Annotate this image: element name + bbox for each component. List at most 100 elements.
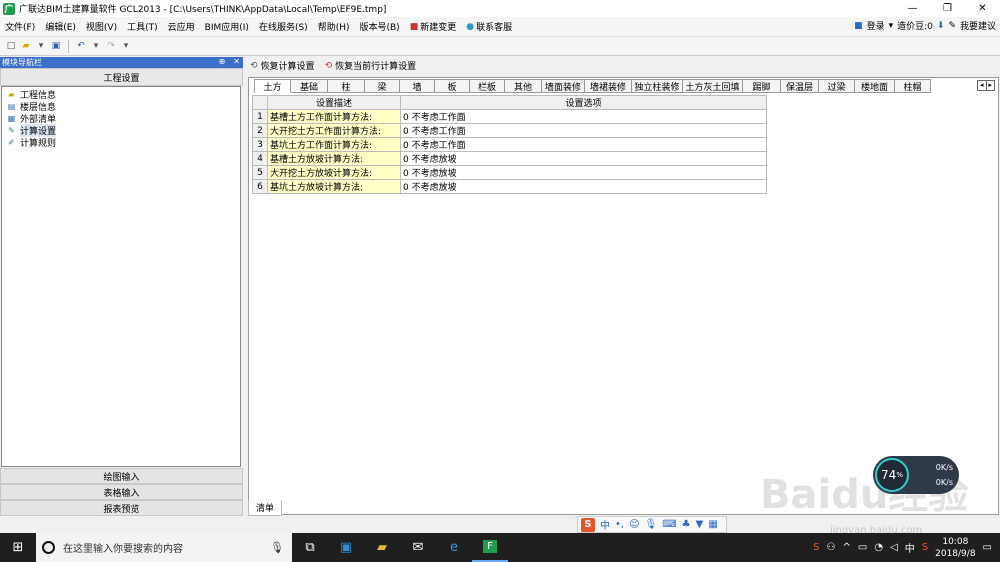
setting-option[interactable]: 0 不考虑放坡	[400, 151, 767, 166]
tree-item-project-info[interactable]: ▰ 工程信息	[2, 88, 240, 101]
tab-slab[interactable]: 板	[435, 79, 470, 93]
tab-earthwork[interactable]: 土方	[254, 79, 291, 93]
tab-insulation[interactable]: 保温层	[781, 79, 819, 93]
new-file-icon[interactable]: □	[5, 40, 17, 52]
tab-lintel[interactable]: 过梁	[819, 79, 855, 93]
windows-start-icon[interactable]: ⊞	[0, 533, 36, 562]
tab-column-finish[interactable]: 独立柱装修	[632, 79, 683, 93]
clock[interactable]: 10:08 2018/9/8	[935, 536, 975, 560]
menu-online[interactable]: 在线服务(S)	[254, 20, 313, 33]
open-folder-icon[interactable]: ▰	[20, 40, 32, 52]
menu-new-change[interactable]: ■ 新建变更	[405, 20, 462, 34]
tray-ime[interactable]: 中	[905, 540, 915, 555]
setting-option[interactable]: 0 不考虑工作面	[400, 123, 767, 138]
microphone-icon[interactable]: 🎙	[645, 519, 658, 530]
network-speed-widget[interactable]: 74% 0K/s 0K/s	[873, 456, 959, 494]
tab-skirting[interactable]: 踢脚	[743, 79, 781, 93]
menu-help[interactable]: 帮助(H)	[313, 20, 355, 33]
tab-wall-finish[interactable]: 墙面装修	[542, 79, 585, 93]
keyboard-icon[interactable]: ⌨	[662, 519, 676, 530]
tab-wall[interactable]: 墙	[400, 79, 435, 93]
close-icon[interactable]: ✕	[233, 57, 240, 66]
setting-option[interactable]: 0 不考虑放坡	[400, 165, 767, 180]
microphone-icon[interactable]: 🎙	[270, 541, 284, 554]
store-icon[interactable]: ▣	[328, 533, 364, 562]
sogou-tray-icon[interactable]: S	[922, 542, 928, 553]
menu-cloud[interactable]: 云应用	[163, 20, 200, 33]
menu-tools[interactable]: 工具(T)	[122, 20, 163, 33]
table-row[interactable]: 1 基槽土方工作面计算方法: 0 不考虑工作面	[252, 109, 767, 124]
arrow-right-icon[interactable]: ▸	[987, 81, 995, 90]
nav-drawing-input[interactable]: 绘图输入	[0, 468, 243, 484]
undo-icon[interactable]: ↶	[75, 40, 87, 52]
ime-mode[interactable]: 中	[600, 517, 610, 532]
chevron-up-icon[interactable]: ^	[842, 542, 850, 553]
notification-icon[interactable]: ▭	[983, 542, 992, 553]
tree-item-calc-settings[interactable]: ✎ 计算设置	[2, 123, 240, 137]
table-row[interactable]: 5 大开挖土方放坡计算方法: 0 不考虑放坡	[252, 165, 767, 180]
chevron-down-icon[interactable]: ▾	[90, 40, 102, 52]
sogou-tray-icon[interactable]: S	[813, 542, 819, 553]
people-icon[interactable]: ⚇	[827, 542, 836, 553]
nav-table-input[interactable]: 表格输入	[0, 484, 243, 500]
nav-report-preview[interactable]: 报表预览	[0, 500, 243, 516]
minimize-button[interactable]: —	[895, 0, 930, 17]
table-row[interactable]: 2 大开挖土方工作面计算方法: 0 不考虑工作面	[252, 123, 767, 138]
tree-item-floor-info[interactable]: ▤ 楼层信息	[2, 100, 240, 113]
menu-edit[interactable]: 编辑(E)	[40, 20, 81, 33]
toolbox-icon[interactable]: ▦	[708, 519, 717, 530]
tab-dado-finish[interactable]: 墙裙装修	[585, 79, 632, 93]
tab-beam[interactable]: 梁	[365, 79, 400, 93]
network-icon[interactable]: ◔	[874, 542, 883, 553]
tab-other[interactable]: 其他	[505, 79, 542, 93]
close-button[interactable]: ✕	[965, 0, 1000, 17]
tab-column-cap[interactable]: 柱帽	[895, 79, 931, 93]
glodon-app-icon[interactable]: F	[472, 533, 508, 562]
nav-section-project-settings[interactable]: 工程设置	[0, 68, 243, 86]
tab-foundation[interactable]: 基础	[291, 79, 328, 93]
menu-bim[interactable]: BIM应用(I)	[200, 20, 254, 33]
skin-icon[interactable]: ♣	[682, 519, 691, 530]
login-button[interactable]: 登录	[867, 19, 885, 32]
tab-column[interactable]: 柱	[328, 79, 365, 93]
save-icon[interactable]: ▣	[50, 40, 62, 52]
menu-contact[interactable]: ● 联系客服	[461, 20, 517, 34]
table-row[interactable]: 6 基坑土方放坡计算方法: 0 不考虑放坡	[252, 179, 767, 194]
tab-floor[interactable]: 楼地面	[855, 79, 895, 93]
redo-icon[interactable]: ↷	[105, 40, 117, 52]
file-explorer-icon[interactable]: ▰	[364, 533, 400, 562]
menu-file[interactable]: 文件(F)	[0, 20, 40, 33]
emoji-icon[interactable]: ☺	[629, 519, 639, 530]
menu-view[interactable]: 视图(V)	[81, 20, 122, 33]
suggest-button[interactable]: 我要建议	[960, 19, 996, 32]
restore-button[interactable]: ❐	[930, 0, 965, 17]
tree-item-calc-rules[interactable]: ✐ 计算规则	[2, 136, 240, 149]
shirt-icon[interactable]: ▼	[696, 519, 704, 530]
chevron-down-icon[interactable]: ▾	[889, 21, 894, 31]
chevron-down-icon[interactable]: ▾	[35, 40, 47, 52]
setting-option[interactable]: 0 不考虑放坡	[400, 179, 767, 194]
tab-lime-backfill[interactable]: 土方灰土回填	[683, 79, 743, 93]
task-view-icon[interactable]: ⧉	[292, 533, 328, 562]
pin-icon[interactable]: ⊕	[219, 57, 226, 66]
download-icon[interactable]: ⬇	[937, 21, 945, 31]
punctuation-icon[interactable]: •,	[615, 519, 624, 530]
restore-calc-button[interactable]: ⟲ 恢复计算设置	[250, 59, 315, 73]
edge-icon[interactable]: e	[436, 533, 472, 562]
tree-item-external-list[interactable]: ▦ 外部清单	[2, 112, 240, 125]
chevron-down-icon[interactable]: ▾	[120, 40, 132, 52]
tab-bill-list[interactable]: 清单	[248, 500, 282, 516]
setting-option[interactable]: 0 不考虑工作面	[400, 109, 767, 124]
arrow-left-icon[interactable]: ◂	[978, 81, 987, 90]
menu-version[interactable]: 版本号(B)	[354, 20, 404, 33]
taskbar-search[interactable]: 在这里输入你要搜索的内容 🎙	[36, 533, 292, 562]
mail-icon[interactable]: ✉	[400, 533, 436, 562]
restore-row-button[interactable]: ⟲ 恢复当前行计算设置	[325, 59, 417, 73]
tab-parapet[interactable]: 栏板	[470, 79, 505, 93]
setting-option[interactable]: 0 不考虑工作面	[400, 137, 767, 152]
table-row[interactable]: 4 基槽土方放坡计算方法: 0 不考虑放坡	[252, 151, 767, 166]
battery-icon[interactable]: ▭	[858, 542, 867, 553]
table-row[interactable]: 3 基坑土方工作面计算方法: 0 不考虑工作面	[252, 137, 767, 152]
volume-icon[interactable]: ◁	[890, 542, 898, 553]
sogou-logo-icon[interactable]: S	[581, 517, 595, 532]
